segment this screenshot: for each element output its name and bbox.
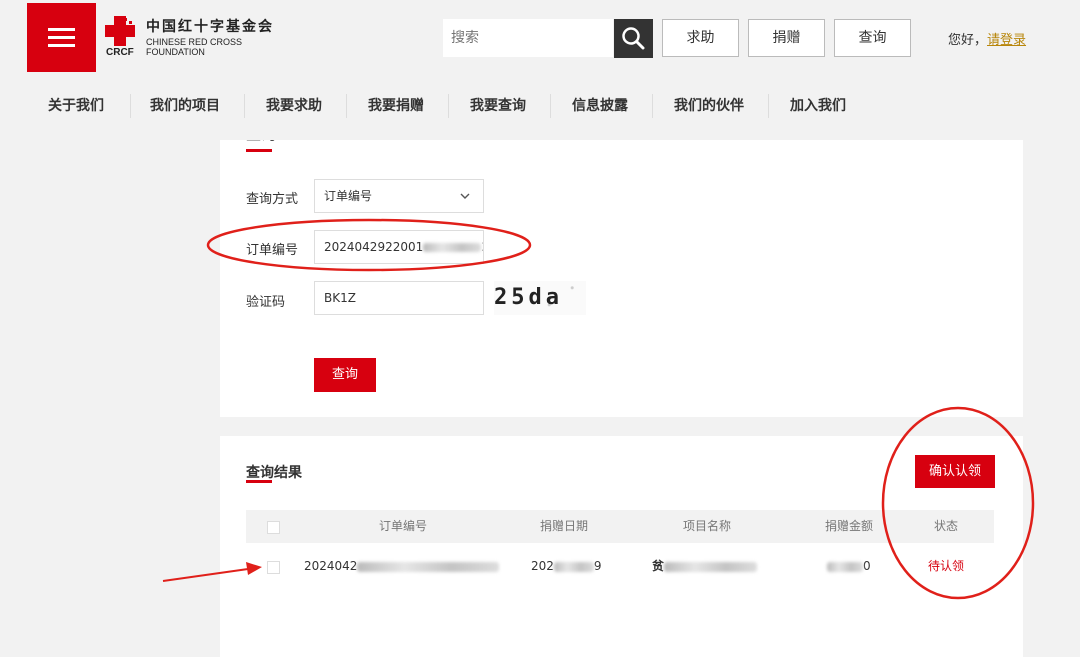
- search-button[interactable]: [614, 19, 653, 58]
- nav-divider: [346, 94, 347, 118]
- order-number-label: 订单编号: [246, 243, 299, 258]
- help-button[interactable]: 求助: [662, 19, 739, 57]
- nav-divider: [768, 94, 769, 118]
- captcha-input[interactable]: BK1Z: [314, 281, 484, 315]
- title-underline: [246, 480, 272, 483]
- row-order-number: 2024042: [304, 554, 500, 578]
- query-submit-button[interactable]: 查询: [314, 358, 376, 392]
- captcha-label: 验证码: [246, 295, 286, 310]
- search-input[interactable]: [443, 19, 613, 57]
- nav-item-about[interactable]: 关于我们: [48, 86, 104, 126]
- row-project-name: 贫: [652, 554, 758, 578]
- title-underline: [246, 149, 272, 152]
- redacted-blur: [357, 561, 500, 572]
- row-project-prefix: 贫: [652, 559, 665, 573]
- nav-divider: [652, 94, 653, 118]
- logo-name-cn: 中国红十字基金会: [146, 19, 274, 35]
- nav-item-query[interactable]: 我要查询: [470, 86, 526, 126]
- query-method-label: 查询方式: [246, 192, 299, 207]
- row-donation-amount: 0: [827, 554, 871, 578]
- nav-item-donate[interactable]: 我要捐赠: [368, 86, 424, 126]
- query-nav-button[interactable]: 查询: [834, 19, 911, 57]
- column-header-donation-date: 捐赠日期: [539, 519, 589, 533]
- logo-name-en-line1: CHINESE RED CROSS: [146, 37, 243, 47]
- redacted-blur: [664, 561, 758, 572]
- site-header: 中国红十字基金会 CHINESE RED CROSS FOUNDATION CR…: [0, 0, 1080, 140]
- nav-item-seek-help[interactable]: 我要求助: [266, 86, 322, 126]
- order-number-tail: 25: [481, 240, 483, 254]
- row-checkbox[interactable]: [267, 561, 280, 574]
- query-method-select[interactable]: 订单编号: [314, 179, 484, 213]
- order-number-value: 2024042922001: [324, 240, 424, 254]
- menu-line-icon: [48, 44, 75, 47]
- chevron-down-icon: [460, 193, 470, 199]
- row-date-suffix: 9: [593, 559, 602, 573]
- nav-item-disclosure[interactable]: 信息披露: [572, 86, 628, 126]
- login-link[interactable]: 请登录: [987, 33, 1026, 48]
- row-date-prefix: 202: [531, 559, 554, 573]
- nav-divider: [448, 94, 449, 118]
- results-table-header: 订单编号 捐赠日期 项目名称 捐赠金额 状态: [246, 510, 994, 543]
- redacted-blur: [423, 243, 482, 252]
- menu-line-icon: [48, 28, 75, 31]
- row-order-prefix: 2024042: [304, 559, 358, 573]
- nav-divider: [550, 94, 551, 118]
- column-header-status: 状态: [933, 519, 959, 533]
- row-status: 待认领: [928, 559, 965, 573]
- donate-button[interactable]: 捐赠: [748, 19, 825, 57]
- captcha-value: BK1Z: [324, 291, 356, 305]
- search-icon: [622, 27, 645, 50]
- greeting-text: 您好，: [948, 33, 988, 48]
- redacted-blur: [827, 561, 863, 572]
- red-cross-icon: [105, 16, 135, 46]
- captcha-image[interactable]: 25da: [494, 281, 586, 315]
- hamburger-menu-button[interactable]: [27, 3, 96, 72]
- row-donation-date: 202 9: [531, 554, 602, 578]
- query-form-panel: 查询 查询方式 订单编号 订单编号 2024042922001 25 验证码 BK…: [220, 125, 1023, 417]
- nav-divider: [244, 94, 245, 118]
- nav-item-join[interactable]: 加入我们: [790, 86, 846, 126]
- logo-abbr: CRCF: [106, 47, 134, 58]
- results-title: 查询结果: [246, 465, 302, 481]
- nav-item-partners[interactable]: 我们的伙伴: [674, 86, 744, 126]
- menu-line-icon: [48, 36, 75, 39]
- select-all-checkbox[interactable]: [267, 521, 280, 534]
- logo-name-en-line2: FOUNDATION: [146, 47, 205, 57]
- confirm-claim-button[interactable]: 确认认领: [915, 455, 995, 488]
- query-method-value: 订单编号: [324, 189, 373, 203]
- query-results-panel: 查询结果 确认认领 订单编号 捐赠日期 项目名称 捐赠金额 状态 2024042…: [220, 436, 1023, 657]
- redacted-blur: [553, 561, 594, 572]
- user-greeting: 您好，请登录: [948, 29, 1026, 48]
- row-amount-suffix: 0: [863, 559, 871, 573]
- column-header-donation-amount: 捐赠金额: [824, 519, 874, 533]
- column-header-project-name: 项目名称: [682, 519, 732, 533]
- crcf-logo[interactable]: 中国红十字基金会 CHINESE RED CROSS FOUNDATION CR…: [103, 14, 273, 62]
- column-header-order-number: 订单编号: [378, 519, 428, 533]
- order-number-input[interactable]: 2024042922001 25: [314, 230, 484, 264]
- nav-item-projects[interactable]: 我们的项目: [150, 86, 220, 126]
- nav-divider: [130, 94, 131, 118]
